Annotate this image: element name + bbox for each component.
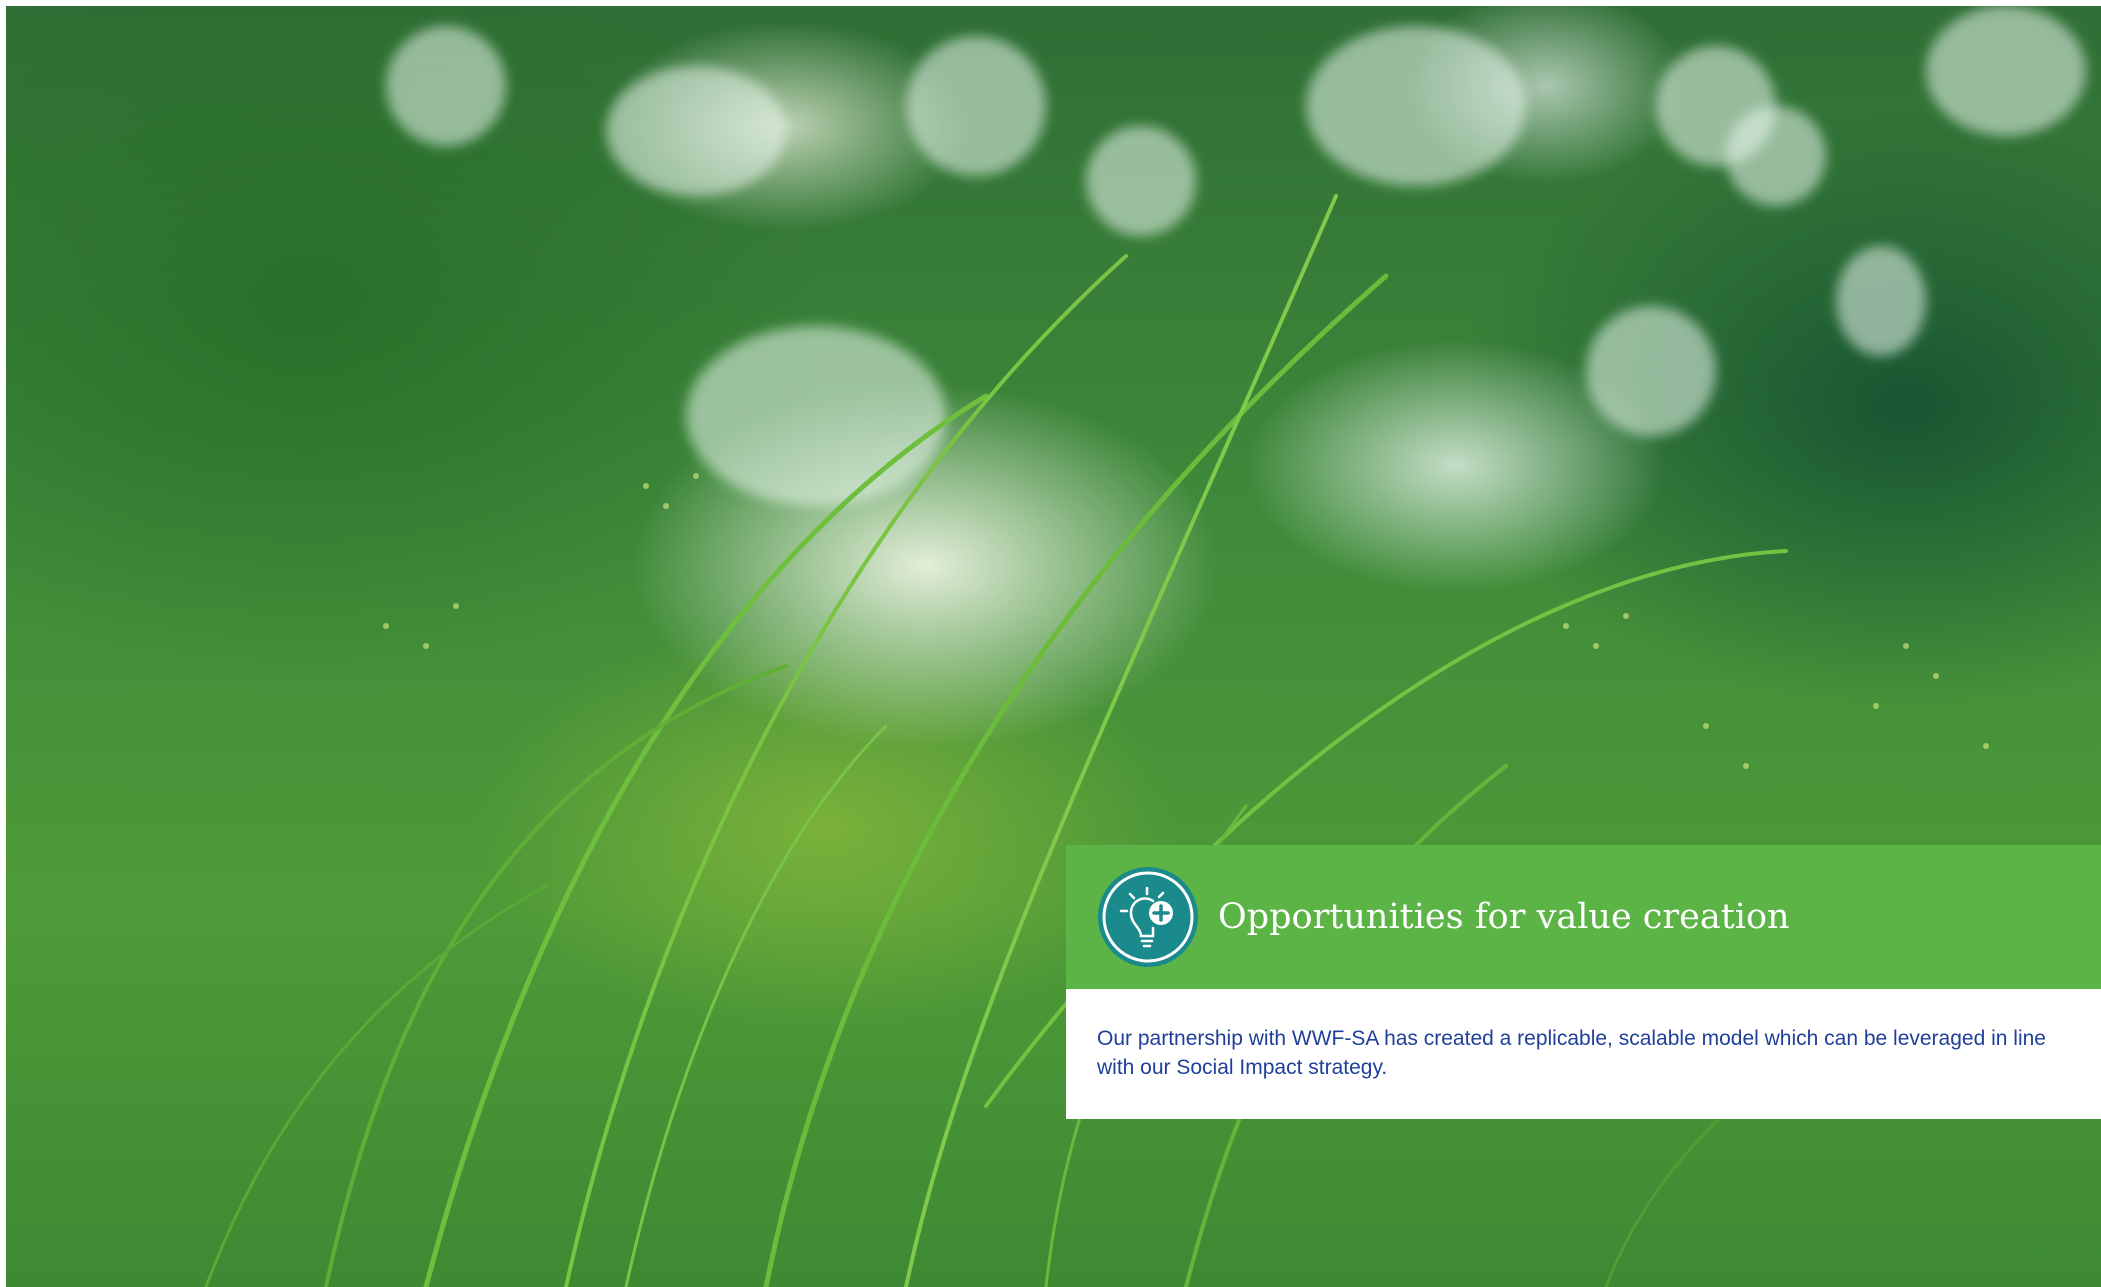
report-page: Opportunities for value creation Our par… xyxy=(0,0,2101,1287)
callout-body-panel: Our partnership with WWF-SA has created … xyxy=(1066,989,2101,1119)
lightbulb-plus-icon xyxy=(1097,866,1199,968)
callout-title-band: Opportunities for value creation xyxy=(1066,845,2101,989)
callout-body-text: Our partnership with WWF-SA has created … xyxy=(1097,1027,2046,1079)
callout-title: Opportunities for value creation xyxy=(1218,897,1790,937)
